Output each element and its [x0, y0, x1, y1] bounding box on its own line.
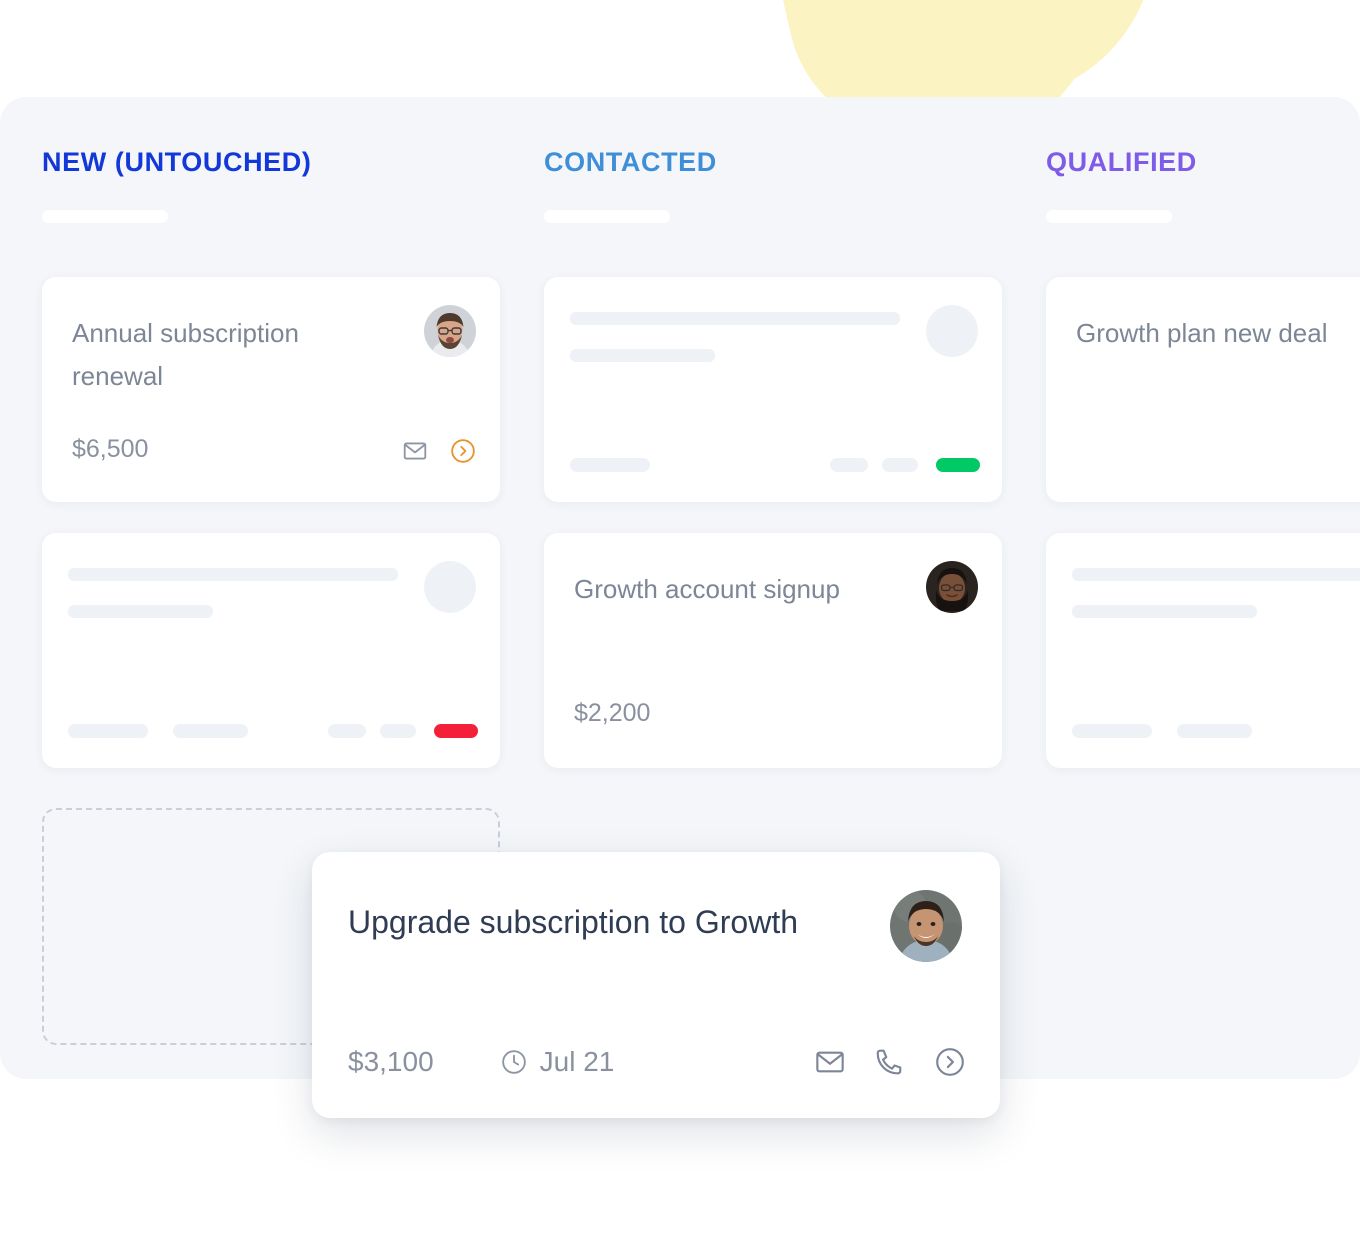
decorative-yellow-wedge-fill — [900, 0, 1155, 100]
deal-card-title: Upgrade subscription to Growth — [348, 904, 798, 940]
chevron-right-circle-icon[interactable] — [450, 438, 476, 464]
skeleton-pill — [173, 724, 248, 738]
deal-card-actions — [402, 438, 476, 464]
dragged-card-footer: $3,100 Jul 21 — [348, 1046, 966, 1078]
skeleton-footer — [68, 724, 478, 738]
avatar — [424, 305, 476, 357]
deal-card[interactable]: Growth plan new deal — [1046, 277, 1360, 502]
skeleton-title-line — [570, 349, 715, 362]
skeleton-title-line — [570, 312, 900, 325]
deal-card-amount: $2,200 — [574, 699, 651, 727]
mail-icon[interactable] — [402, 438, 428, 464]
column-title-new-untouched: NEW (UNTOUCHED) — [42, 147, 312, 177]
skeleton-pill — [1177, 724, 1252, 738]
deal-card-placeholder[interactable] — [42, 533, 500, 768]
deal-card[interactable]: Growth account signup $2,200 — [544, 533, 1002, 768]
skeleton-title-line — [68, 568, 398, 581]
skeleton-footer — [1072, 724, 1360, 738]
deal-card-title: Growth plan new deal — [1076, 318, 1328, 348]
deal-card-title: Annual subscription renewal — [72, 318, 299, 391]
dragged-card-actions — [814, 1046, 966, 1078]
skeleton-pill — [882, 458, 918, 472]
dragged-deal-card[interactable]: Upgrade subscription to Growth $3,100 Ju… — [312, 852, 1000, 1118]
phone-icon[interactable] — [874, 1046, 906, 1078]
mail-icon[interactable] — [814, 1046, 846, 1078]
skeleton-footer — [570, 458, 980, 472]
deal-card-amount: $3,100 — [348, 1046, 434, 1077]
deal-card-amount: $6,500 — [72, 435, 149, 463]
column-subbar — [1046, 210, 1172, 223]
skeleton-title-line — [1072, 568, 1360, 581]
skeleton-pill — [830, 458, 868, 472]
clock-icon — [500, 1048, 528, 1076]
skeleton-pill — [1072, 724, 1152, 738]
skeleton-pill — [380, 724, 416, 738]
avatar-placeholder — [424, 561, 476, 613]
deal-card-date: Jul 21 — [500, 1046, 615, 1078]
column-subbar — [42, 210, 168, 223]
avatar — [890, 890, 962, 962]
status-badge — [434, 724, 478, 738]
column-subbar — [544, 210, 670, 223]
deal-card-placeholder[interactable] — [544, 277, 1002, 502]
skeleton-title-line — [68, 605, 213, 618]
skeleton-pill — [570, 458, 650, 472]
skeleton-pill — [328, 724, 366, 738]
skeleton-title-line — [1072, 605, 1257, 618]
deal-card-title: Growth account signup — [574, 574, 840, 604]
avatar — [926, 561, 978, 613]
column-title-contacted: CONTACTED — [544, 147, 717, 177]
deal-card-date-label: Jul 21 — [539, 1046, 615, 1077]
column-title-qualified: QUALIFIED — [1046, 147, 1197, 177]
skeleton-pill — [68, 724, 148, 738]
deal-card[interactable]: Annual subscription renewal $6,500 — [42, 277, 500, 502]
chevron-right-circle-icon[interactable] — [934, 1046, 966, 1078]
avatar-placeholder — [926, 305, 978, 357]
status-badge — [936, 458, 980, 472]
deal-card-placeholder[interactable] — [1046, 533, 1360, 768]
